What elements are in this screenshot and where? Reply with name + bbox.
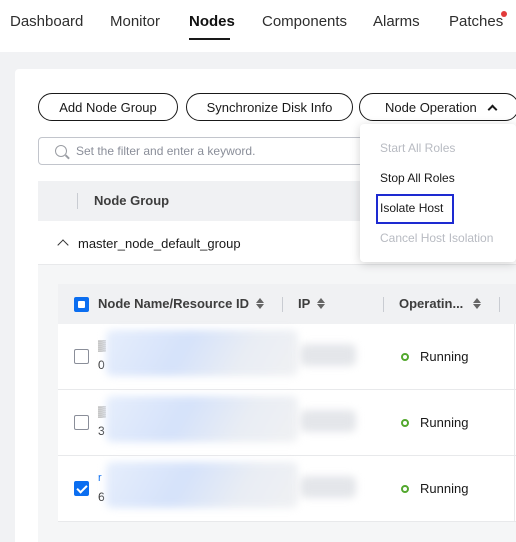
running-status-icon: [401, 484, 409, 493]
menu-item-start-all-roles: Start All Roles: [380, 141, 456, 155]
chevron-up-icon: [487, 104, 498, 114]
nodes-table-header: Node Name/Resource ID IP Operatin...: [58, 284, 516, 324]
notification-dot: [501, 11, 507, 17]
status-cell: Running: [401, 349, 468, 364]
sort-icon[interactable]: [472, 298, 483, 309]
status-text: Running: [420, 349, 469, 364]
column-divider: [282, 297, 283, 312]
status-text: Running: [420, 481, 469, 496]
redacted-node-name: [106, 330, 298, 376]
node-operation-menu: Start All Roles Stop All Roles Isolate H…: [360, 124, 516, 262]
isolate-host-highlight: [376, 194, 454, 224]
tab-alarms[interactable]: Alarms: [373, 13, 420, 30]
filter-search-box[interactable]: [38, 137, 368, 165]
running-status-icon: [401, 352, 409, 361]
node-group-column-header: Node Group: [94, 193, 170, 208]
tab-monitor[interactable]: Monitor: [110, 13, 160, 30]
row-checkbox[interactable]: [74, 481, 89, 496]
redacted-ip: [300, 476, 356, 498]
select-all-checkbox[interactable]: [74, 297, 89, 312]
tab-dashboard[interactable]: Dashboard: [10, 13, 83, 30]
status-cell: Running: [401, 415, 468, 430]
column-divider: [77, 193, 78, 209]
tab-patches[interactable]: Patches: [449, 13, 503, 30]
node-operation-label: Node Operation: [385, 99, 477, 115]
menu-item-cancel-host-isolation: Cancel Host Isolation: [380, 231, 494, 245]
resource-id: 6: [98, 490, 105, 504]
redacted-node-name: [106, 396, 298, 442]
sort-icon[interactable]: [255, 298, 266, 309]
node-name[interactable]: ▒: [98, 340, 106, 352]
node-name[interactable]: ▒: [98, 406, 106, 418]
sort-icon[interactable]: [316, 298, 327, 309]
column-divider: [514, 324, 515, 390]
resource-id: 0: [98, 358, 105, 372]
column-header-ip[interactable]: IP: [298, 296, 327, 311]
table-row[interactable]: ▒ 0 Running: [58, 324, 516, 390]
collapse-chevron-icon[interactable]: [57, 239, 69, 251]
column-divider: [383, 297, 384, 312]
status-text: Running: [420, 415, 469, 430]
resource-id: 3: [98, 424, 105, 438]
menu-item-stop-all-roles[interactable]: Stop All Roles: [380, 171, 455, 185]
redacted-ip: [300, 344, 356, 366]
running-status-icon: [401, 418, 409, 427]
column-header-node-name[interactable]: Node Name/Resource ID: [98, 296, 266, 311]
column-header-operating-status[interactable]: Operatin...: [399, 296, 483, 311]
redacted-node-name: [106, 462, 298, 508]
tab-components[interactable]: Components: [262, 13, 347, 30]
column-divider: [514, 456, 515, 522]
status-cell: Running: [401, 481, 468, 496]
column-divider: [499, 297, 500, 312]
search-input[interactable]: [76, 144, 356, 158]
table-row[interactable]: ▒ 3 Running: [58, 390, 516, 456]
column-header-operating-status-label: Operatin...: [399, 296, 464, 311]
add-node-group-button[interactable]: Add Node Group: [38, 93, 178, 121]
node-group-name: master_node_default_group: [78, 236, 241, 251]
column-header-ip-label: IP: [298, 296, 311, 311]
column-divider: [514, 390, 515, 456]
search-icon: [55, 145, 67, 157]
table-row[interactable]: r 6 Running: [58, 456, 516, 522]
node-operation-button[interactable]: Node Operation: [359, 93, 516, 121]
row-checkbox[interactable]: [74, 349, 89, 364]
tab-nodes[interactable]: Nodes: [189, 13, 235, 30]
node-name[interactable]: r: [98, 472, 102, 484]
active-tab-indicator: [189, 38, 230, 40]
column-header-node-name-label: Node Name/Resource ID: [98, 296, 249, 311]
top-tab-bar: Dashboard Monitor Nodes Components Alarm…: [0, 0, 516, 48]
redacted-ip: [300, 410, 356, 432]
row-checkbox[interactable]: [74, 415, 89, 430]
synchronize-disk-info-button[interactable]: Synchronize Disk Info: [186, 93, 353, 121]
